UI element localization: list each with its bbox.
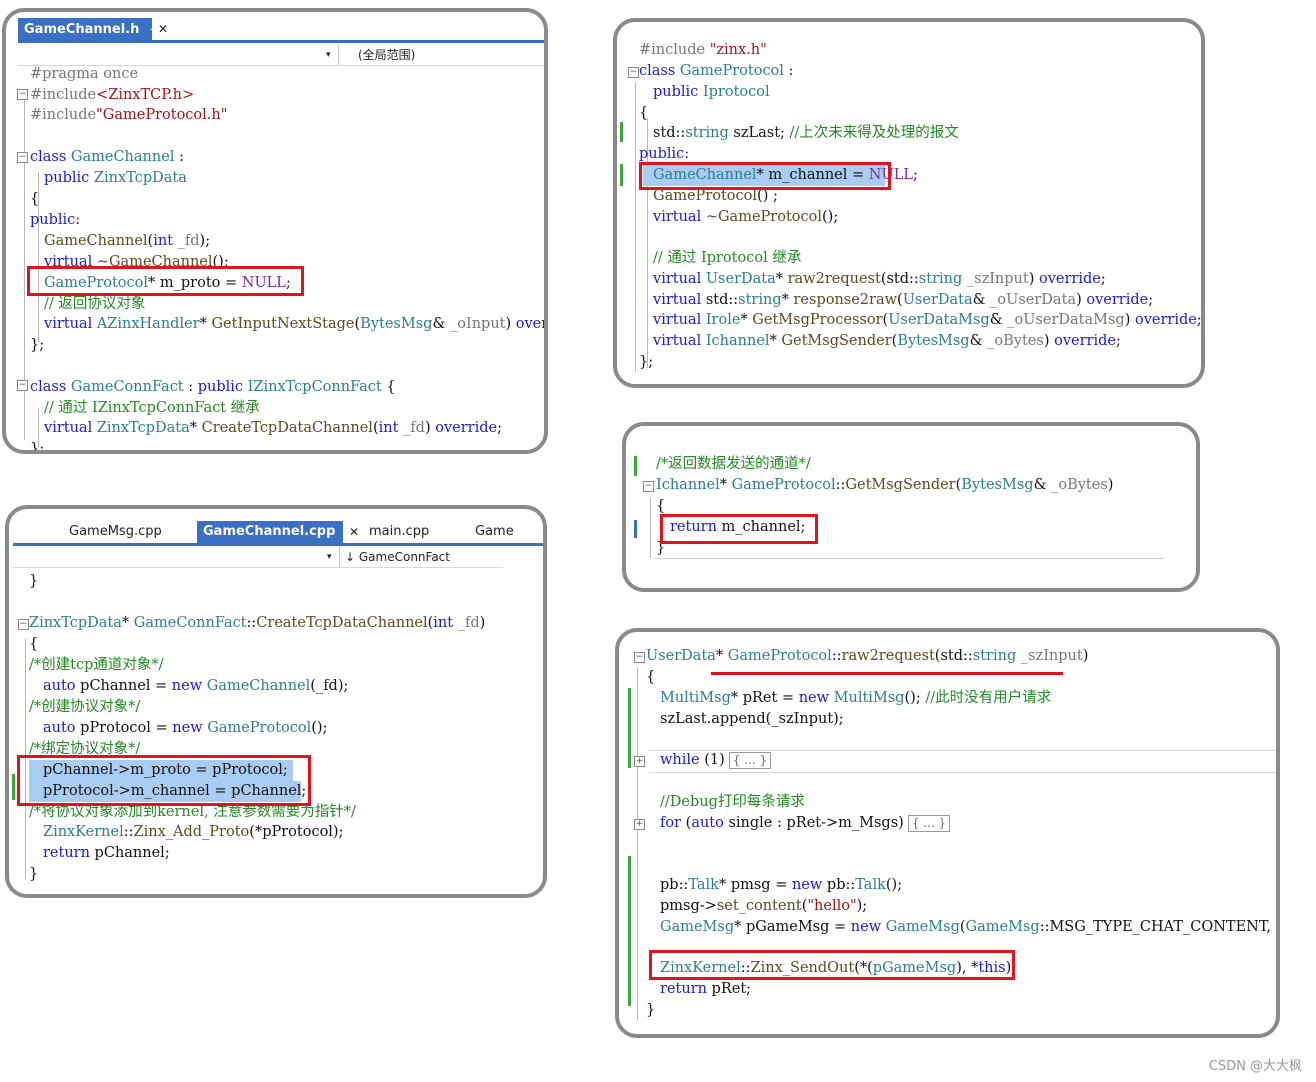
code-line: public: <box>30 212 81 228</box>
code-line: /*返回数据发送的通道*/ <box>656 456 811 472</box>
code-line: virtual ZinxTcpData* CreateTcpDataChanne… <box>44 420 502 436</box>
code-line: // 通过 IZinxTcpConnFact 继承 <box>44 400 260 416</box>
protocol-header-panel: − #include "zinx.h" class GameProtocol :… <box>613 18 1205 388</box>
code-line: /*创建协议对象*/ <box>29 699 141 715</box>
raw2request-panel: − + + UserData* GameProtocol::raw2reques… <box>615 628 1280 1038</box>
code-line: { <box>29 636 39 652</box>
fold-toggle-icon[interactable]: − <box>634 652 645 663</box>
code-editor[interactable]: #pragma once #include<ZinxTCP.h> #includ… <box>30 64 548 454</box>
code-line: //Debug打印每条请求 <box>660 794 805 810</box>
scope-dropdown[interactable]: (全局范围) <box>358 45 415 65</box>
code-editor[interactable]: #include "zinx.h" class GameProtocol : p… <box>639 40 1202 380</box>
fold-toggle-icon[interactable]: − <box>628 67 639 78</box>
code-line: std::string szLast; //上次未来得及处理的报文 <box>653 125 959 141</box>
code-line: for (auto single : pRet->m_Msgs){ ... } <box>660 813 951 834</box>
code-line: GameMsg* pGameMsg = new GameMsg(GameMsg:… <box>660 919 1276 935</box>
code-line: }; <box>30 441 45 454</box>
code-line: virtual AZinxHandler* GetInputNextStage(… <box>44 316 548 332</box>
tab-gamemsg-cpp[interactable]: GameMsg.cpp <box>63 521 168 543</box>
code-line: ZinxKernel::Zinx_Add_Proto(*pProtocol); <box>43 824 344 840</box>
code-line: { <box>639 105 649 121</box>
collapsed-block[interactable]: { ... } <box>728 752 772 769</box>
tab-label: GameChannel.h <box>24 22 140 37</box>
code-line: #include"GameProtocol.h" <box>30 107 228 123</box>
fold-toggle-icon[interactable]: − <box>17 152 28 163</box>
scope-dropdown[interactable]: ↓ GameConnFact <box>345 547 450 567</box>
navigation-bar: ▾ ↓ GameConnFact <box>13 547 503 568</box>
code-line: return pChannel; <box>43 845 170 861</box>
code-line: virtual Ichannel* GetMsgSender(BytesMsg&… <box>653 333 1121 349</box>
code-line: /*创建tcp通道对象*/ <box>29 657 164 673</box>
code-line: #include<ZinxTCP.h> <box>30 87 195 103</box>
code-line: #pragma once <box>30 66 139 82</box>
collapsed-block[interactable]: { ... } <box>907 815 951 832</box>
code-line: virtual UserData* raw2request(std::strin… <box>653 271 1106 287</box>
code-line: GameChannel(int _fd); <box>44 233 211 249</box>
fold-toggle-icon[interactable]: − <box>17 89 28 100</box>
tab-game[interactable]: Game <box>469 521 520 543</box>
code-line: { <box>646 669 656 685</box>
tab-main-cpp[interactable]: main.cpp <box>363 521 435 543</box>
highlight-box <box>17 755 311 806</box>
nav-dropdown-arrow-icon[interactable]: ▾ <box>327 547 332 567</box>
code-line: class GameConnFact : public IZinxTcpConn… <box>30 379 396 395</box>
highlight-box <box>27 266 304 296</box>
fold-toggle-icon[interactable]: − <box>643 481 654 492</box>
code-line: public Iprotocol <box>653 84 770 100</box>
navigation-bar: ▾ (全局范围) <box>18 45 544 66</box>
code-line: return pRet; <box>660 981 752 997</box>
code-line: // 返回协议对象 <box>44 296 146 312</box>
code-line: ZinxTcpData* GameConnFact::CreateTcpData… <box>29 615 486 631</box>
code-line: while (1){ ... } <box>660 750 772 771</box>
code-line: szLast.append(_szInput); <box>660 711 844 727</box>
code-line: } <box>29 573 39 589</box>
fold-toggle-icon[interactable]: − <box>17 380 28 391</box>
header-file-panel: GameChannel.h ⊸ ✕ ▾ (全局范围) − − − #pragma… <box>2 8 548 454</box>
expand-toggle-icon[interactable]: + <box>634 819 645 830</box>
tab-gamechannel-h[interactable]: GameChannel.h ⊸ ✕ <box>18 18 174 40</box>
code-line: }; <box>30 337 45 353</box>
fold-toggle-icon[interactable]: − <box>18 619 29 630</box>
getmsgsender-panel: − /*返回数据发送的通道*/ Ichannel* GameProtocol::… <box>622 422 1200 592</box>
code-editor[interactable]: } ZinxTcpData* GameConnFact::CreateTcpDa… <box>29 571 529 891</box>
editor-tab-bar: GameMsg.cpp GameChannel.cpp ⊸ ✕ main.cpp… <box>13 519 543 561</box>
code-line: } <box>29 866 39 882</box>
code-line: Ichannel* GameProtocol::GetMsgSender(Byt… <box>656 477 1114 493</box>
code-line: auto pChannel = new GameChannel(_fd); <box>43 678 349 694</box>
code-line: #include "zinx.h" <box>639 42 767 58</box>
code-line: // 通过 Iprotocol 继承 <box>653 250 802 266</box>
code-line: virtual ~GameProtocol(); <box>653 209 839 225</box>
code-line: }; <box>639 354 654 370</box>
watermark: CSDN @大大枫 <box>1208 1059 1302 1074</box>
code-line: pmsg->set_content("hello"); <box>660 898 868 914</box>
code-line: UserData* GameProtocol::raw2request(std:… <box>646 648 1089 664</box>
tab-label: GameChannel.cpp <box>203 524 336 539</box>
code-line: { <box>30 191 40 207</box>
highlight-box <box>649 950 1015 980</box>
highlight-box <box>639 162 891 190</box>
code-line: public ZinxTcpData <box>44 170 187 186</box>
expand-toggle-icon[interactable]: + <box>634 756 645 767</box>
code-line: MultiMsg* pRet = new MultiMsg(); //此时没有用… <box>660 690 1052 706</box>
code-line: auto pProtocol = new GameProtocol(); <box>43 720 328 736</box>
close-icon[interactable]: ✕ <box>343 521 365 543</box>
code-line: pb::Talk* pmsg = new pb::Talk(); <box>660 877 903 893</box>
editor-tab-bar: GameChannel.h ⊸ ✕ <box>18 18 544 43</box>
tab-gamechannel-cpp[interactable]: GameChannel.cpp ⊸ ✕ <box>197 521 365 561</box>
code-line: virtual std::string* response2raw(UserDa… <box>653 292 1154 308</box>
code-line: class GameChannel : <box>30 149 184 165</box>
code-line: } <box>646 1002 656 1018</box>
close-icon[interactable]: ✕ <box>152 18 174 40</box>
highlight-box <box>660 514 818 544</box>
underline-mark <box>711 672 1063 675</box>
code-line: class GameProtocol : <box>639 63 794 79</box>
nav-dropdown-arrow-icon[interactable]: ▾ <box>326 45 331 65</box>
source-file-panel: GameMsg.cpp GameChannel.cpp ⊸ ✕ main.cpp… <box>5 505 547 898</box>
code-line: virtual Irole* GetMsgProcessor(UserDataM… <box>653 312 1202 328</box>
